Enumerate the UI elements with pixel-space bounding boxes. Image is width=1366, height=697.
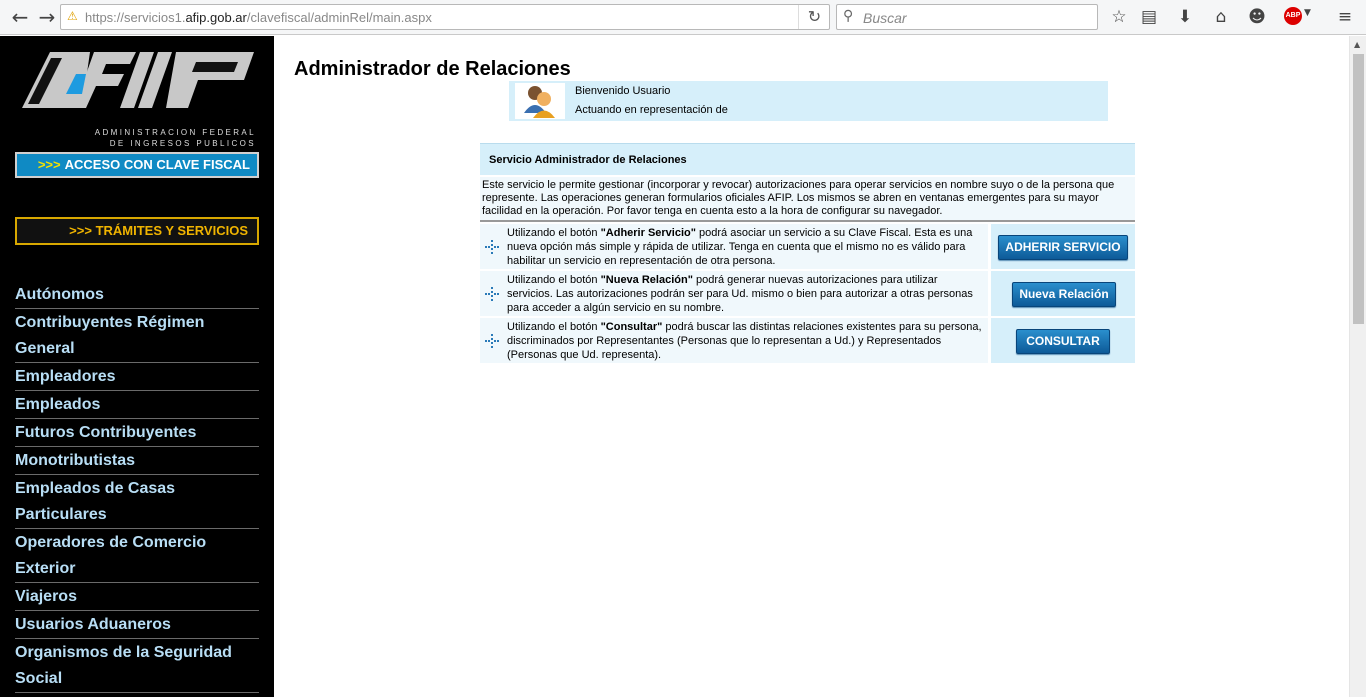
url-suffix: /clavefiscal/adminRel/main.aspx bbox=[246, 10, 432, 25]
sidebar-item-operadores-comercio-exterior[interactable]: Operadores de Comercio Exterior bbox=[15, 529, 259, 583]
download-icon[interactable]: ⬇ bbox=[1172, 5, 1198, 29]
bullet-icon bbox=[485, 334, 499, 348]
logo-subtitle: ADMINISTRACION FEDERAL DE INGRESOS PUBLI… bbox=[76, 127, 256, 149]
chevron-down-icon[interactable]: ▼ bbox=[1304, 8, 1311, 18]
adherir-servicio-button[interactable]: ADHERIR SERVICIO bbox=[998, 235, 1128, 260]
clave-fiscal-label: ACCESO CON CLAVE FISCAL bbox=[64, 157, 250, 172]
bullet-icon bbox=[485, 240, 499, 254]
url-bar[interactable]: ⚠ https://servicios1.afip.gob.ar/clavefi… bbox=[60, 4, 830, 30]
adblock-plus-icon[interactable]: ABP bbox=[1284, 7, 1302, 25]
sidebar-item-usuarios-aduaneros[interactable]: Usuarios Aduaneros bbox=[15, 611, 259, 639]
row-text-pre: Utilizando el botón bbox=[507, 274, 601, 286]
sidebar-item-futuros-contribuyentes[interactable]: Futuros Contribuyentes bbox=[15, 419, 259, 447]
tramites-arrows: >>> bbox=[69, 223, 92, 238]
sidebar-item-viajeros[interactable]: Viajeros bbox=[15, 583, 259, 611]
sidebar-nav: Autónomos Contribuyentes Régimen General… bbox=[15, 281, 259, 693]
welcome-box: Bienvenido Usuario Actuando en represent… bbox=[509, 81, 1108, 121]
logo-subtitle-line-2: DE INGRESOS PUBLICOS bbox=[109, 139, 256, 148]
panel-description: Este servicio le permite gestionar (inco… bbox=[480, 177, 1135, 222]
page-title: Administrador de Relaciones bbox=[294, 58, 571, 80]
search-input[interactable]: ⚲ Buscar bbox=[836, 4, 1098, 30]
row-button-cell: ADHERIR SERVICIO bbox=[991, 224, 1135, 269]
row-text-pre: Utilizando el botón bbox=[507, 227, 601, 239]
back-button[interactable]: ← bbox=[8, 4, 32, 30]
home-icon[interactable]: ⌂ bbox=[1208, 5, 1234, 29]
afip-logo-icon bbox=[22, 52, 254, 108]
sidebar-item-monotributistas[interactable]: Monotributistas bbox=[15, 447, 259, 475]
service-panel: Servicio Administrador de Relaciones Est… bbox=[480, 143, 1135, 363]
logo-subtitle-line-1: ADMINISTRACION FEDERAL bbox=[94, 128, 256, 137]
sidebar-item-contribuyentes-regimen-general[interactable]: Contribuyentes Régimen General bbox=[15, 309, 259, 363]
tramites-label: TRÁMITES Y SERVICIOS bbox=[95, 223, 248, 238]
nueva-relacion-button[interactable]: Nueva Relación bbox=[1012, 282, 1116, 307]
welcome-text: Bienvenido Usuario bbox=[575, 85, 671, 97]
bullet-icon bbox=[485, 287, 499, 301]
reload-icon[interactable]: ↻ bbox=[798, 5, 830, 29]
sidebar-item-empleados-casas-particulares[interactable]: Empleados de Casas Particulares bbox=[15, 475, 259, 529]
scrollbar-thumb[interactable] bbox=[1353, 54, 1364, 324]
row-text-pre: Utilizando el botón bbox=[507, 321, 601, 333]
row-button-cell: Nueva Relación bbox=[991, 271, 1135, 316]
browser-toolbar: ← → ⚠ https://servicios1.afip.gob.ar/cla… bbox=[0, 0, 1366, 35]
warning-lock-icon[interactable]: ⚠ bbox=[67, 9, 78, 23]
sidebar: ADMINISTRACION FEDERAL DE INGRESOS PUBLI… bbox=[0, 36, 274, 697]
search-icon: ⚲ bbox=[843, 8, 854, 24]
search-placeholder: Buscar bbox=[863, 10, 907, 26]
row-text-bold: "Consultar" bbox=[600, 321, 663, 333]
url-domain: afip.gob.ar bbox=[185, 10, 247, 25]
forward-button[interactable]: → bbox=[35, 4, 59, 30]
tramites-servicios-button[interactable]: >>> TRÁMITES Y SERVICIOS bbox=[15, 217, 259, 245]
sidebar-item-organismos-seguridad-social[interactable]: Organismos de la Seguridad Social bbox=[15, 639, 259, 693]
chat-icon[interactable]: ☻ bbox=[1244, 5, 1270, 29]
row-description: Utilizando el botón "Consultar" podrá bu… bbox=[480, 318, 988, 363]
afip-logo[interactable]: ADMINISTRACION FEDERAL DE INGRESOS PUBLI… bbox=[20, 50, 256, 148]
page-scrollbar[interactable]: ▲ bbox=[1349, 36, 1366, 697]
service-row-consultar: Utilizando el botón "Consultar" podrá bu… bbox=[480, 318, 1135, 363]
avatar bbox=[515, 83, 565, 119]
row-button-cell: CONSULTAR bbox=[991, 318, 1135, 363]
service-row-nueva-relacion: Utilizando el botón "Nueva Relación" pod… bbox=[480, 271, 1135, 316]
scroll-up-icon[interactable]: ▲ bbox=[1354, 40, 1360, 49]
sidebar-item-empleadores[interactable]: Empleadores bbox=[15, 363, 259, 391]
menu-icon[interactable]: ≡ bbox=[1332, 5, 1358, 29]
row-description: Utilizando el botón "Adherir Servicio" p… bbox=[480, 224, 988, 269]
reading-list-icon[interactable]: ▤ bbox=[1136, 5, 1162, 29]
star-icon[interactable]: ☆ bbox=[1106, 5, 1132, 29]
sidebar-item-autonomos[interactable]: Autónomos bbox=[15, 281, 259, 309]
clave-fiscal-button[interactable]: >>> ACCESO CON CLAVE FISCAL bbox=[15, 152, 259, 178]
clave-fiscal-arrows: >>> bbox=[37, 157, 61, 172]
representation-text: Actuando en representación de bbox=[575, 104, 728, 116]
sidebar-item-empleados[interactable]: Empleados bbox=[15, 391, 259, 419]
service-row-adherir: Utilizando el botón "Adherir Servicio" p… bbox=[480, 224, 1135, 269]
url-prefix: https://servicios1. bbox=[85, 10, 186, 25]
users-icon bbox=[524, 86, 555, 118]
row-text-bold: "Adherir Servicio" bbox=[600, 227, 696, 239]
panel-title: Servicio Administrador de Relaciones bbox=[480, 143, 1135, 175]
url-text[interactable]: https://servicios1.afip.gob.ar/clavefisc… bbox=[85, 10, 432, 25]
row-text-bold: "Nueva Relación" bbox=[600, 274, 693, 286]
row-description: Utilizando el botón "Nueva Relación" pod… bbox=[480, 271, 988, 316]
consultar-button[interactable]: CONSULTAR bbox=[1016, 329, 1110, 354]
